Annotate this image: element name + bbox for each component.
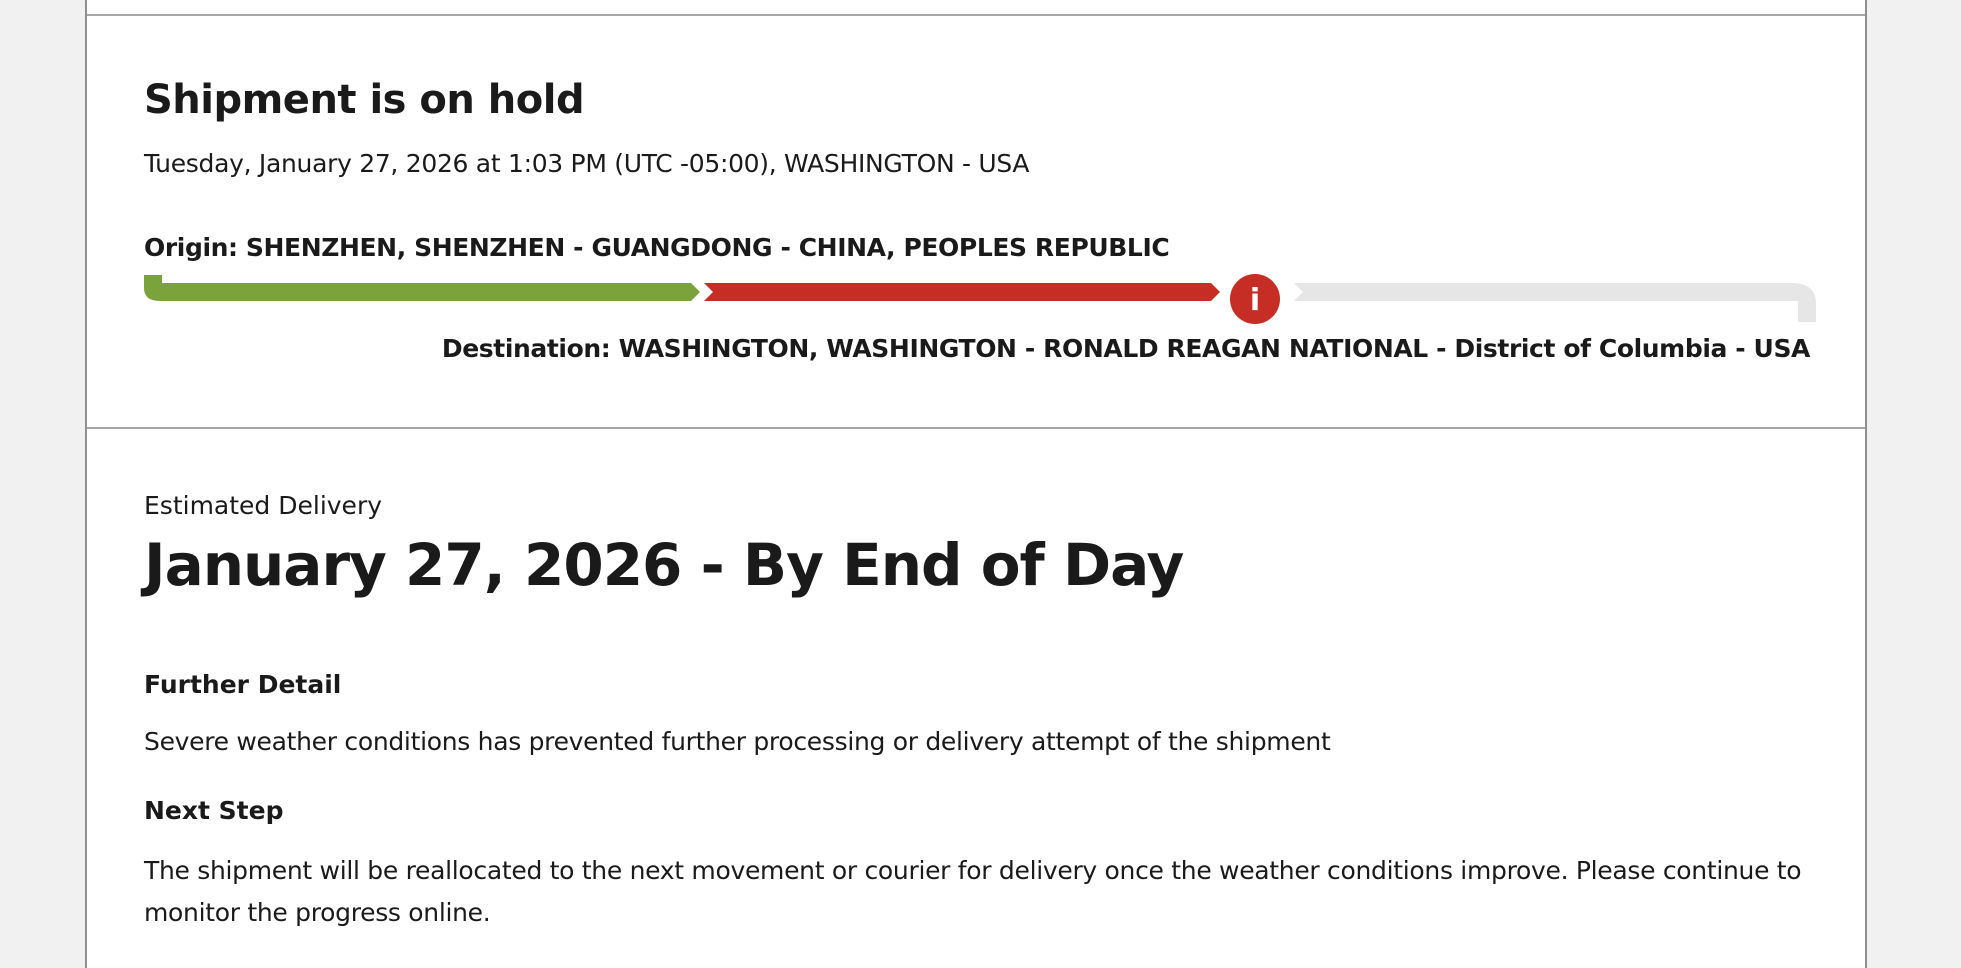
progress-remaining-segment [1294, 283, 1816, 322]
status-datetime-location: Tuesday, January 27, 2026 at 1:03 PM (UT… [144, 149, 1030, 178]
estimated-delivery-date: January 27, 2026 - By End of Day [144, 531, 1184, 599]
progress-on-hold-segment [704, 283, 1220, 301]
shipment-progress-bar: i [144, 274, 1816, 324]
next-step-text: The shipment will be reallocated to the … [144, 856, 1802, 927]
further-detail-heading: Further Detail [144, 670, 342, 699]
further-detail-text: Severe weather conditions has prevented … [144, 727, 1331, 756]
origin-label: Origin: SHENZHEN, SHENZHEN - GUANGDONG -… [144, 233, 1170, 262]
estimated-delivery-label: Estimated Delivery [144, 491, 383, 520]
info-icon-glyph: i [1250, 283, 1260, 318]
section-divider [87, 427, 1865, 429]
info-icon[interactable]: i [1230, 274, 1280, 324]
shipment-status-title: Shipment is on hold [144, 77, 585, 123]
destination-label: Destination: WASHINGTON, WASHINGTON - RO… [441, 334, 1811, 363]
next-step-heading: Next Step [144, 796, 284, 825]
shipment-tracking-card: Shipment is on hold Tuesday, January 27,… [85, 0, 1867, 968]
progress-completed-segment [144, 275, 700, 301]
top-divider [87, 14, 1865, 16]
